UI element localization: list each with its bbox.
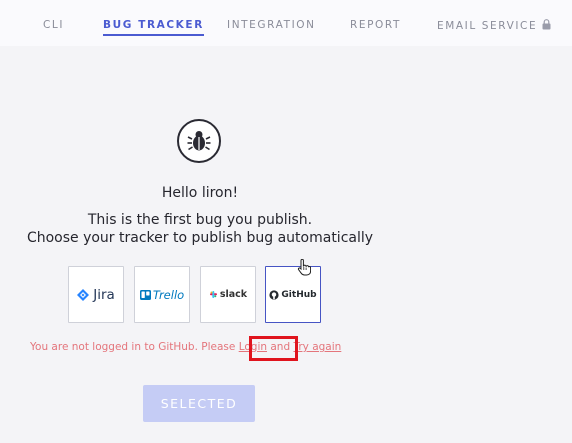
tracker-slack-label: slack [219,289,248,300]
tab-bug-tracker[interactable]: BUG TRACKER [103,19,204,36]
trello-icon [139,289,151,300]
choose-tracker-text: Choose your tracker to publish bug autom… [26,230,374,246]
tab-report[interactable]: REPORT [350,19,401,31]
greeting-text: Hello liron! [161,185,239,201]
tracker-trello[interactable]: Trello [134,266,190,323]
tab-email-service-label: EMAIL SERVICE [437,20,538,32]
tracker-jira-label: Jira [93,286,115,303]
first-bug-text: This is the first bug you publish. [87,212,313,228]
lock-icon [542,19,551,30]
slack-icon [209,290,218,299]
error-prefix: You are not logged in to GitHub. Please [30,341,239,353]
bug-icon [176,118,222,164]
tracker-trello-label: Trello [152,287,185,302]
tab-email-service[interactable]: EMAIL SERVICE [437,19,551,32]
login-highlight-box [249,336,298,361]
tracker-github[interactable]: GitHub [265,266,321,323]
tracker-slack[interactable]: slack [200,266,256,323]
tracker-jira[interactable]: Jira [68,266,124,323]
tab-integration[interactable]: INTEGRATION [227,19,316,31]
tracker-github-label: GitHub [281,289,317,300]
hand-cursor-icon [297,258,312,276]
github-icon [269,289,280,300]
try-again-link[interactable]: Try again [293,341,341,353]
selected-button[interactable]: SELECTED [143,385,255,422]
tab-bar: CLI BUG TRACKER INTEGRATION REPORT EMAIL… [0,0,572,46]
jira-icon [77,288,90,301]
tab-cli[interactable]: CLI [43,19,64,31]
